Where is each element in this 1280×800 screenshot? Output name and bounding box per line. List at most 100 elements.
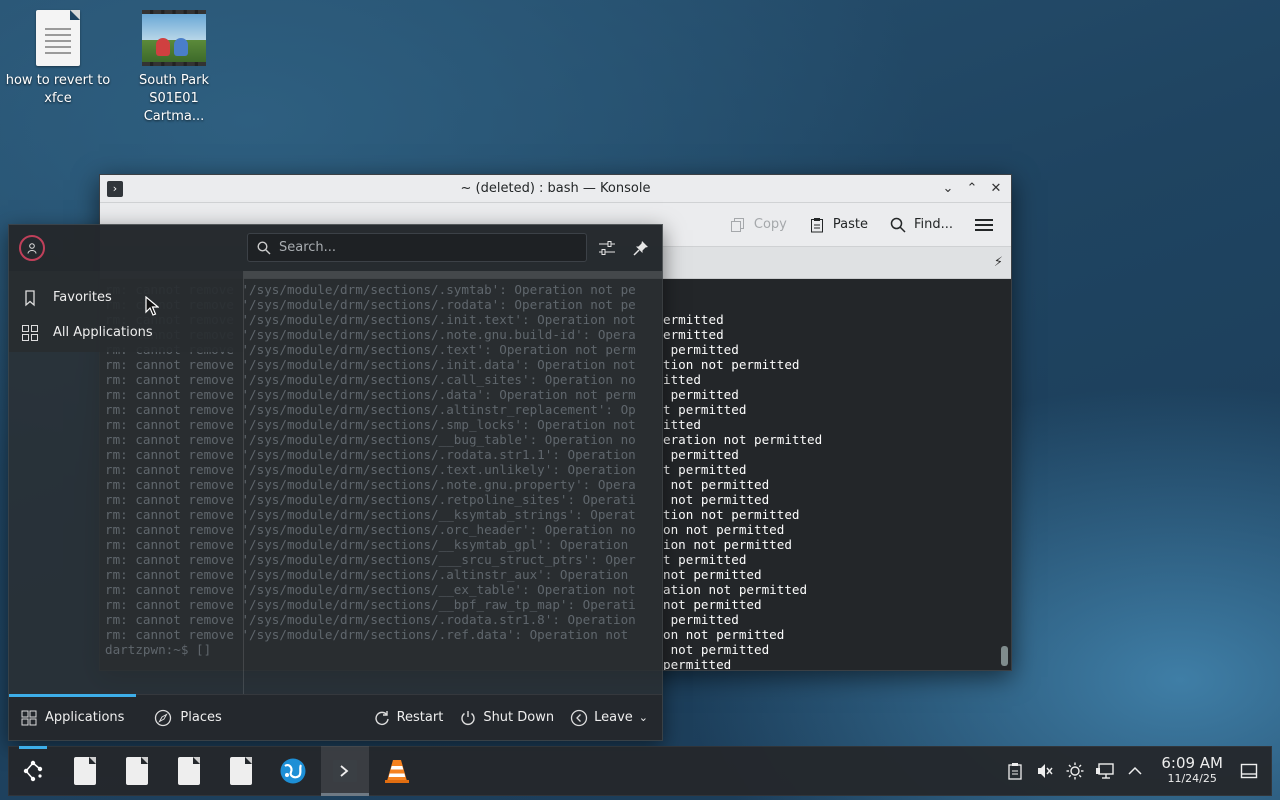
compass-icon bbox=[155, 709, 172, 726]
search-input[interactable] bbox=[279, 240, 569, 255]
user-avatar[interactable] bbox=[19, 235, 45, 261]
close-icon[interactable]: ✕ bbox=[987, 179, 1005, 197]
terminal-line: ion not permitted bbox=[663, 537, 792, 552]
terminal-line: not permitted bbox=[663, 567, 762, 582]
terminal-line: ation not permitted bbox=[663, 582, 808, 597]
leave-icon bbox=[570, 709, 588, 726]
clipboard-icon[interactable] bbox=[1003, 759, 1027, 783]
search-field[interactable] bbox=[247, 233, 587, 262]
hamburger-menu-button[interactable] bbox=[967, 212, 1001, 238]
restart-label: Restart bbox=[396, 710, 444, 725]
terminal-line: permitted bbox=[663, 447, 739, 462]
sidebar-item-all-applications[interactable]: All Applications bbox=[9, 315, 244, 350]
search-icon bbox=[257, 240, 271, 254]
tab-applications[interactable]: Applications bbox=[9, 693, 137, 741]
taskbar: 6:09 AM 11/24/25 bbox=[8, 746, 1272, 796]
video-file-icon bbox=[142, 10, 206, 66]
shutdown-label: Shut Down bbox=[483, 710, 555, 725]
terminal-line: tion not permitted bbox=[663, 507, 800, 522]
user-icon bbox=[27, 242, 37, 254]
shutdown-button[interactable]: Shut Down bbox=[453, 705, 560, 731]
task-document-2[interactable] bbox=[113, 746, 161, 796]
volume-muted-icon[interactable] bbox=[1033, 759, 1057, 783]
paste-icon bbox=[810, 217, 823, 232]
sidebar-item-label: All Applications bbox=[53, 325, 153, 340]
restart-button[interactable]: Restart bbox=[367, 705, 450, 731]
terminal-line: eration not permitted bbox=[663, 432, 823, 447]
tab-label: Places bbox=[180, 710, 222, 725]
ghost-terminal-line: rm: cannot remove '/sys/module/drm/secti… bbox=[105, 567, 629, 582]
document-icon bbox=[230, 757, 252, 785]
terminal-line: itted bbox=[663, 372, 701, 387]
find-button[interactable]: Find... bbox=[882, 212, 961, 238]
ghost-terminal-line: rm: cannot remove '/sys/module/drm/secti… bbox=[105, 477, 636, 492]
ghost-terminal-line: rm: cannot remove '/sys/module/drm/secti… bbox=[105, 357, 636, 372]
terminal-line: permitted bbox=[663, 657, 732, 670]
window-titlebar[interactable]: › ~ (deleted) : bash — Konsole ⌄ ⌃ ✕ bbox=[100, 175, 1011, 203]
terminal-scrollbar[interactable] bbox=[997, 281, 1011, 670]
digital-clock[interactable]: 6:09 AM 11/24/25 bbox=[1153, 756, 1231, 786]
chevron-down-icon: ⌄ bbox=[638, 711, 648, 724]
paste-label: Paste bbox=[832, 217, 868, 232]
show-desktop-icon[interactable] bbox=[1237, 759, 1261, 783]
ghost-terminal-line: rm: cannot remove '/sys/module/drm/secti… bbox=[105, 522, 636, 537]
desktop-icon-south-park[interactable]: South Park S01E01 Cartma... bbox=[119, 10, 229, 126]
desktop-icon-label: how to revert to bbox=[5, 73, 111, 88]
task-document-1[interactable] bbox=[61, 746, 109, 796]
grid-icon bbox=[21, 710, 37, 725]
sidebar-item-favorites[interactable]: Favorites bbox=[9, 280, 244, 315]
sidebar-item-label: Favorites bbox=[53, 290, 112, 305]
ghost-terminal-line: rm: cannot remove '/sys/module/drm/secti… bbox=[105, 597, 636, 612]
ghost-terminal-line: rm: cannot remove '/sys/module/drm/secti… bbox=[105, 612, 636, 627]
ghost-terminal-line: rm: cannot remove '/sys/module/drm/secti… bbox=[105, 492, 636, 507]
bookmark-icon bbox=[25, 289, 35, 306]
ghost-terminal-line: rm: cannot remove '/sys/module/drm/secti… bbox=[105, 462, 636, 477]
leave-button[interactable]: Leave ⌄ bbox=[564, 705, 654, 731]
launcher-divider bbox=[243, 271, 244, 694]
task-document-3[interactable] bbox=[165, 746, 213, 796]
tab-actions-icon[interactable]: ⚡ bbox=[994, 255, 1003, 270]
terminal-line: ermitted bbox=[663, 312, 724, 327]
desktop-icon-label: South Park bbox=[138, 73, 209, 88]
maximize-icon[interactable]: ⌃ bbox=[963, 179, 981, 197]
terminal-line: itted bbox=[663, 417, 701, 432]
ghost-terminal-line: rm: cannot remove '/sys/module/drm/secti… bbox=[105, 402, 636, 417]
sliders-icon bbox=[599, 241, 615, 255]
configure-button[interactable] bbox=[596, 237, 618, 259]
scrollbar-thumb[interactable] bbox=[1001, 646, 1008, 666]
text-document-icon bbox=[36, 10, 80, 66]
task-browser[interactable] bbox=[269, 746, 317, 796]
task-vlc[interactable] bbox=[373, 746, 421, 796]
paste-button[interactable]: Paste bbox=[801, 212, 876, 238]
ghost-terminal-line: rm: cannot remove '/sys/module/drm/secti… bbox=[105, 432, 636, 447]
browser-icon bbox=[280, 758, 306, 784]
tab-places[interactable]: Places bbox=[142, 695, 233, 741]
minimize-icon[interactable]: ⌄ bbox=[939, 179, 957, 197]
copy-label: Copy bbox=[753, 217, 787, 232]
desktop-icon-revert-xfce[interactable]: how to revert to xfce bbox=[3, 10, 113, 108]
leave-label: Leave bbox=[594, 710, 633, 725]
ghost-terminal-line: dartzpwn:~$ [] bbox=[105, 642, 212, 657]
terminal-line: permitted bbox=[663, 387, 739, 402]
brightness-icon[interactable] bbox=[1063, 759, 1087, 783]
launcher-footer: Applications Places Restart Shut Down Le… bbox=[9, 693, 662, 741]
vlc-icon bbox=[385, 760, 409, 783]
task-konsole[interactable] bbox=[321, 746, 369, 796]
terminal-line: permitted bbox=[663, 612, 739, 627]
copy-button[interactable]: Copy bbox=[722, 212, 795, 238]
ghost-terminal-line: rm: cannot remove '/sys/module/drm/secti… bbox=[105, 387, 636, 402]
terminal-line: on not permitted bbox=[663, 627, 785, 642]
document-icon bbox=[178, 757, 200, 785]
application-launcher-button[interactable] bbox=[9, 746, 57, 796]
network-wired-icon[interactable] bbox=[1093, 759, 1117, 783]
task-document-4[interactable] bbox=[217, 746, 265, 796]
restart-icon bbox=[374, 710, 389, 725]
copy-icon bbox=[730, 217, 744, 232]
pin-button[interactable] bbox=[630, 237, 652, 259]
hamburger-menu-icon bbox=[975, 218, 993, 231]
ghost-terminal-line: rm: cannot remove '/sys/module/drm/secti… bbox=[105, 582, 636, 597]
launcher-sidebar: Favorites All Applications bbox=[9, 271, 244, 352]
ghost-terminal-line: rm: cannot remove '/sys/module/drm/secti… bbox=[105, 552, 636, 567]
chevron-up-icon[interactable] bbox=[1123, 759, 1147, 783]
terminal-line: on not permitted bbox=[663, 522, 785, 537]
